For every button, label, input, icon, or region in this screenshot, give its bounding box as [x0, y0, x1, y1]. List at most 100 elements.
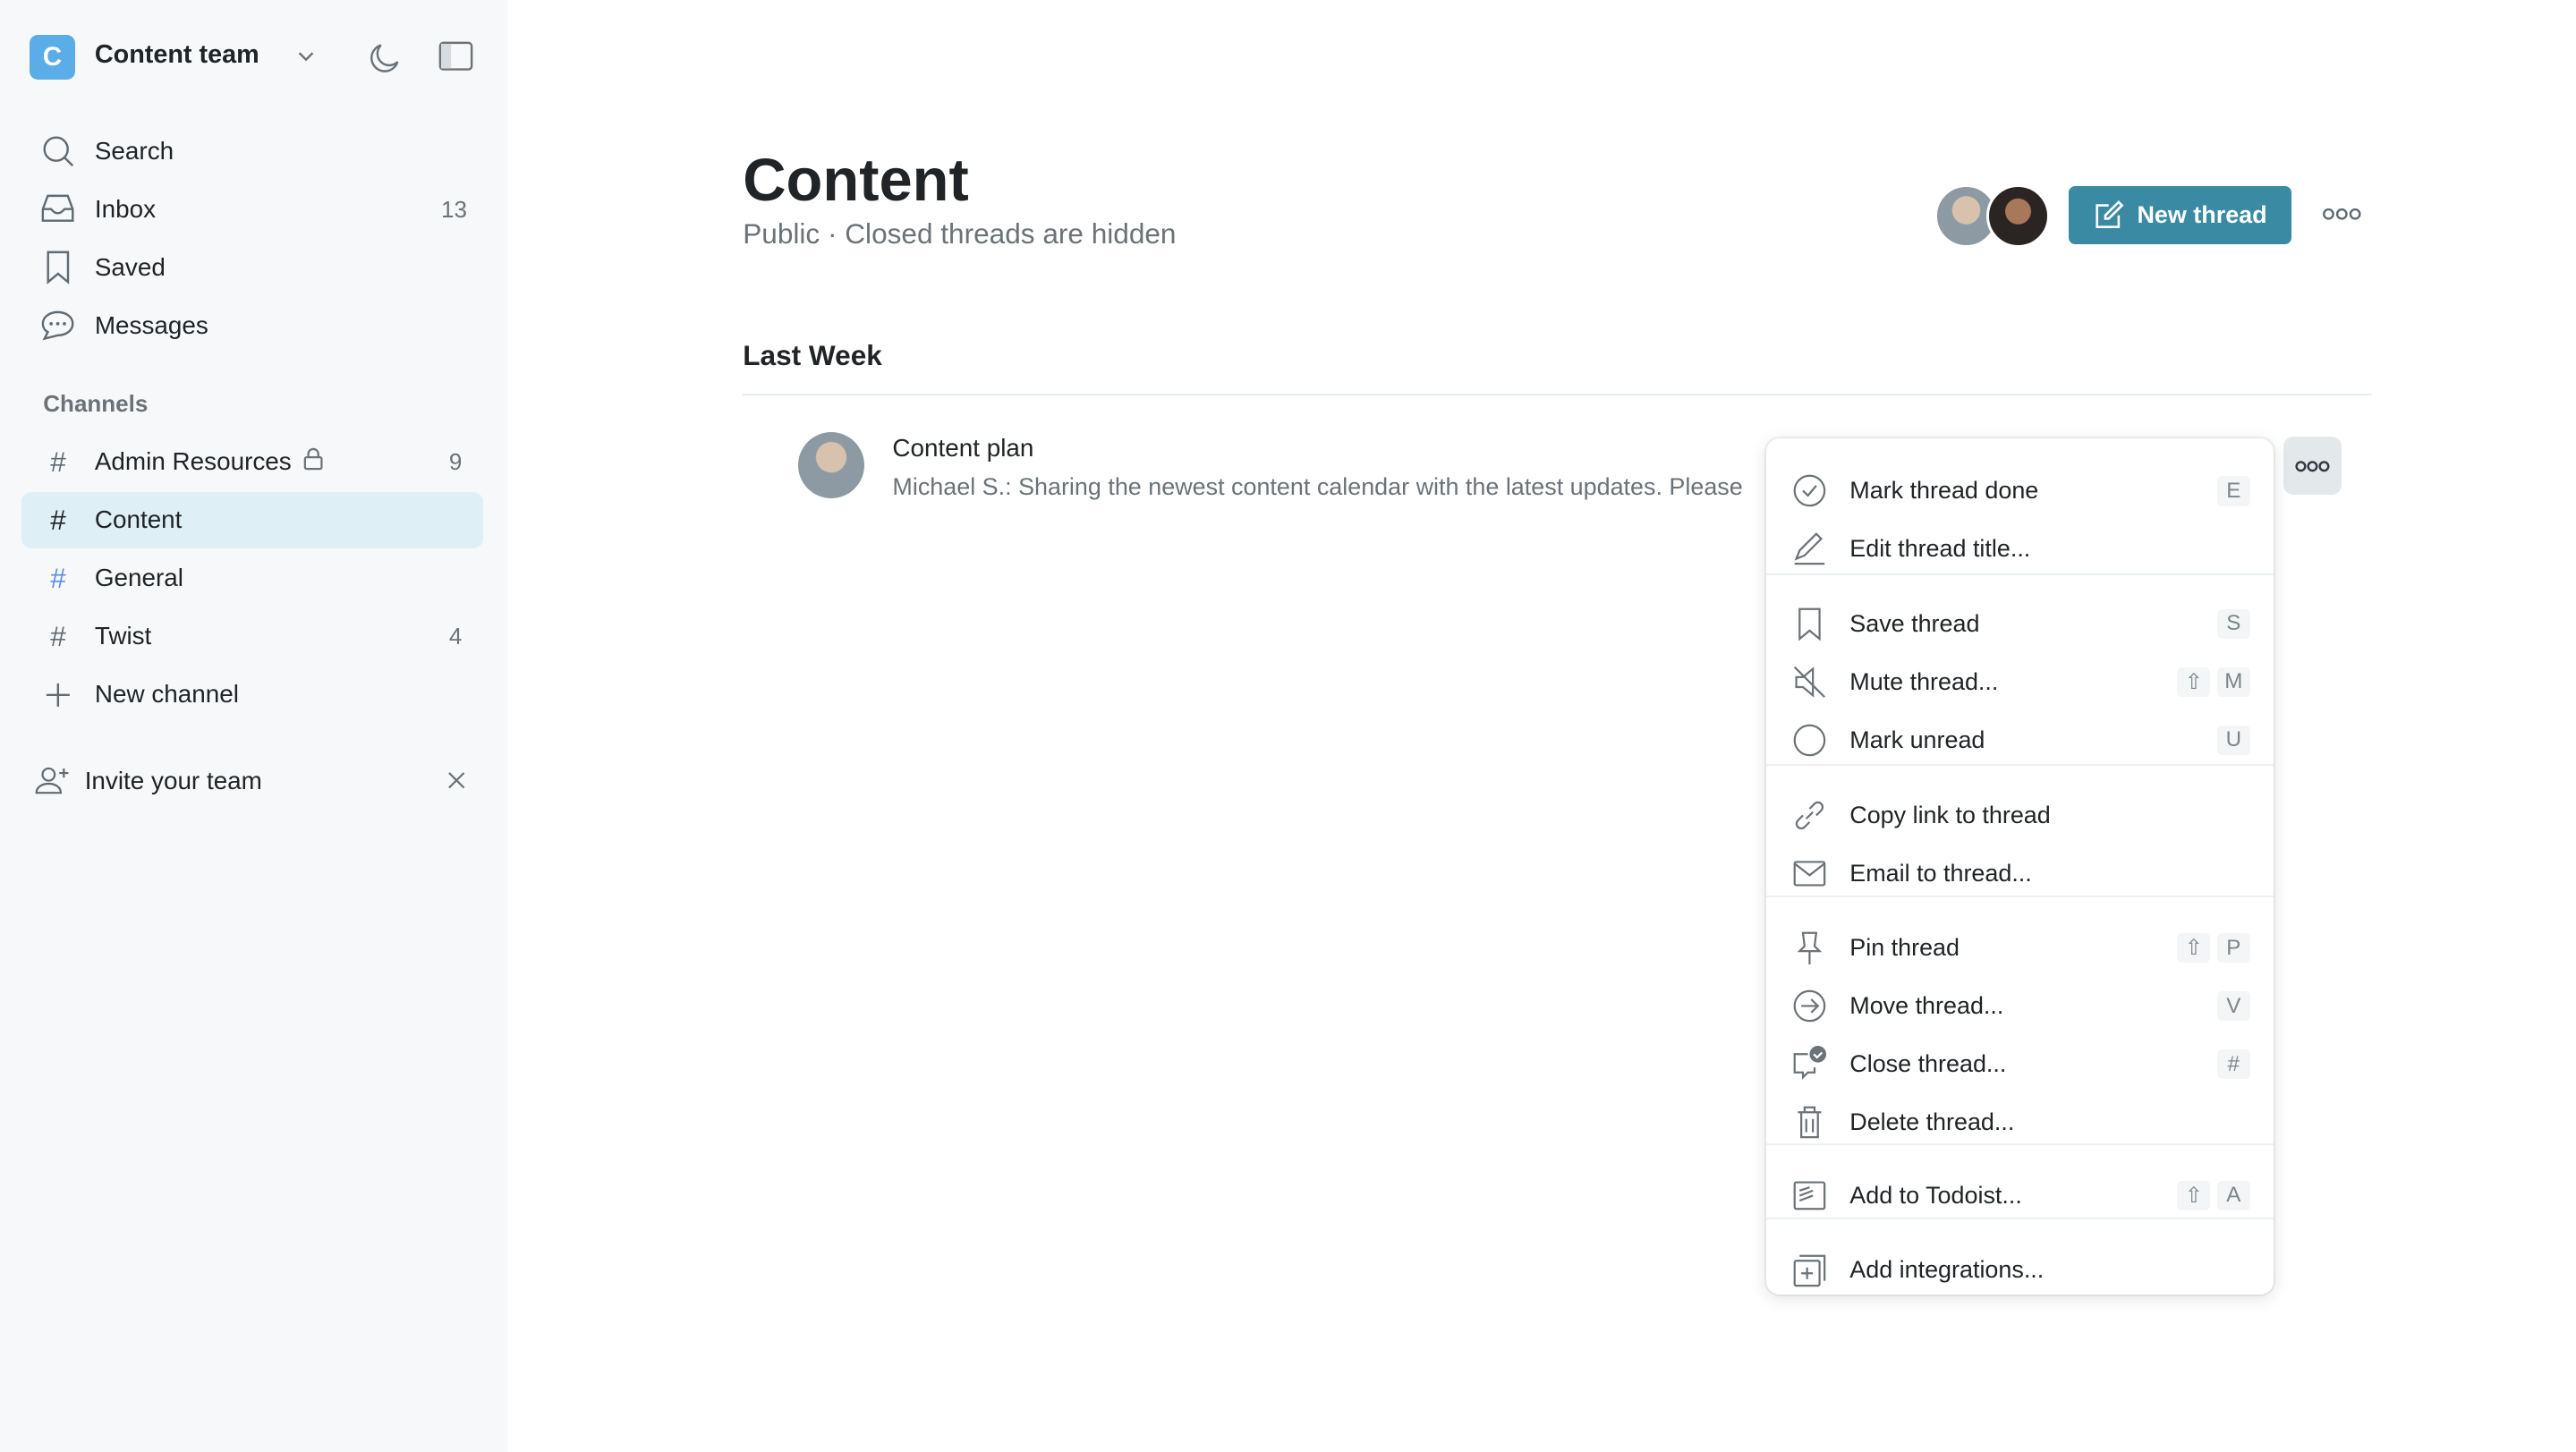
chevron-down-icon[interactable] [294, 45, 318, 68]
menu-item-label: Pin thread [1849, 934, 1960, 962]
shortcut-keys: ⇧ P [2177, 932, 2250, 964]
channel-count: 9 [448, 447, 463, 475]
menu-item-label: Add integrations... [1849, 1256, 2045, 1284]
menu-item[interactable]: Pin thread ⇧ P [1766, 919, 2274, 977]
menu-item[interactable]: Mark unread U [1766, 711, 2274, 769]
arrow-circle-icon [1791, 988, 1828, 1024]
thread-more-button[interactable] [2283, 437, 2342, 496]
toggle-sidebar-icon[interactable] [438, 41, 473, 72]
shortcut-key: V [2216, 990, 2250, 1022]
shortcut-keys: E [2216, 476, 2250, 506]
thread-author-avatar [797, 431, 864, 499]
mail-icon [1791, 855, 1828, 892]
hash-icon: # [50, 503, 66, 536]
new-thread-label: New thread [2137, 201, 2267, 229]
pin-icon [1791, 930, 1828, 966]
shortcut-keys: ⇧ A [2177, 1180, 2250, 1211]
channel-label: Twist [94, 622, 152, 650]
bookmark-icon [1791, 606, 1828, 642]
close-icon[interactable] [447, 771, 465, 789]
shortcut-key: ⇧ [2177, 1180, 2211, 1211]
new-channel-button[interactable]: New channel [21, 667, 483, 723]
add-user-icon [35, 763, 72, 800]
menu-item[interactable]: Close thread... # [1766, 1035, 2274, 1093]
hash-icon: # [50, 619, 66, 652]
menu-item-label: Move thread... [1849, 992, 2004, 1020]
menu-item-label: Save thread [1849, 609, 1980, 637]
page-subtitle: Public · Closed threads are hidden [743, 217, 1177, 250]
shortcut-keys: U [2216, 725, 2250, 756]
hash-icon: # [50, 561, 66, 594]
nav-label: Search [94, 137, 174, 165]
menu-item[interactable]: Add integrations... [1766, 1241, 2274, 1299]
team-avatar[interactable]: C [30, 35, 75, 81]
channel-count: 4 [448, 622, 463, 650]
nav-inbox[interactable]: Inbox 13 [21, 181, 483, 237]
menu-item[interactable]: Delete thread... [1766, 1093, 2274, 1151]
channel-label: General [94, 564, 183, 592]
menu-item[interactable]: Save thread S [1766, 595, 2274, 653]
shortcut-key: A [2216, 1180, 2250, 1211]
new-thread-button[interactable]: New thread [2069, 186, 2292, 245]
channel-twist[interactable]: # Twist 4 [21, 608, 483, 665]
menu-item-label: Mute thread... [1849, 667, 1999, 695]
menu-item-label: Close thread... [1849, 1050, 2007, 1078]
shortcut-key: U [2216, 725, 2250, 756]
channel-admin-resources[interactable]: # Admin Resources 9 [21, 434, 483, 490]
channel-label: Admin Resources [94, 447, 292, 476]
bookmark-icon [40, 250, 77, 286]
menu-item[interactable]: Copy link to thread [1766, 786, 2274, 845]
nav-saved[interactable]: Saved [21, 239, 483, 295]
shortcut-key: M [2216, 667, 2250, 698]
menu-item[interactable]: Mark thread done E [1766, 462, 2274, 520]
invite-team-button[interactable]: Invite your team [17, 752, 479, 809]
menu-item-label: Add to Todoist... [1849, 1181, 2022, 1209]
plus-icon [40, 676, 77, 713]
thread-title[interactable]: Content plan [892, 434, 1033, 463]
menu-item[interactable]: Move thread... V [1766, 977, 2274, 1035]
thread-preview[interactable]: Michael S.: Sharing the newest content c… [892, 473, 1763, 501]
member-avatar[interactable] [1985, 184, 2050, 249]
close-thread-icon [1791, 1046, 1828, 1083]
thread-context-menu: Mark thread done E Edit thread title... … [1766, 438, 2274, 1295]
shortcut-key: # [2216, 1049, 2250, 1080]
divider [743, 394, 2372, 396]
shortcut-key: S [2216, 608, 2250, 640]
hash-icon: # [50, 445, 66, 478]
menu-item-label: Email to thread... [1849, 859, 2032, 887]
todoist-icon [1791, 1177, 1828, 1214]
dark-mode-icon[interactable] [366, 40, 403, 77]
shortcut-keys: V [2216, 990, 2250, 1022]
menu-item-label: Mark thread done [1849, 477, 2039, 505]
compose-icon [2094, 200, 2124, 230]
nav-messages[interactable]: Messages [21, 297, 483, 353]
team-name[interactable]: Content team [95, 40, 259, 70]
shortcut-key: E [2216, 476, 2250, 506]
trash-icon [1791, 1104, 1828, 1141]
menu-item[interactable]: Email to thread... [1766, 845, 2274, 903]
menu-item-label: Edit thread title... [1849, 535, 2031, 563]
section-heading: Last Week [743, 338, 882, 371]
menu-item[interactable]: Add to Todoist... ⇧ A [1766, 1167, 2274, 1225]
new-channel-label: New channel [94, 680, 239, 709]
search-icon [40, 133, 77, 170]
nav-label: Inbox [94, 195, 156, 224]
check-circle-icon [1791, 472, 1828, 509]
menu-item-label: Mark unread [1849, 726, 1985, 753]
nav-label: Messages [94, 311, 208, 340]
shortcut-keys: ⇧ M [2177, 667, 2250, 698]
channels-heading: Channels [43, 390, 149, 418]
channel-label: Content [94, 505, 183, 534]
channel-general[interactable]: # General [21, 550, 483, 607]
chat-icon [40, 308, 77, 344]
menu-item[interactable]: Mute thread... ⇧ M [1766, 653, 2274, 711]
inbox-count: 13 [441, 195, 467, 223]
shortcut-keys: S [2216, 608, 2250, 640]
more-options-icon[interactable] [2322, 206, 2362, 223]
shortcut-key: ⇧ [2177, 932, 2211, 964]
menu-item[interactable]: Edit thread title... [1766, 520, 2274, 578]
mute-icon [1791, 664, 1828, 701]
nav-search[interactable]: Search [21, 123, 483, 179]
channel-content[interactable]: # Content [21, 491, 484, 548]
page-title: Content [743, 147, 969, 215]
